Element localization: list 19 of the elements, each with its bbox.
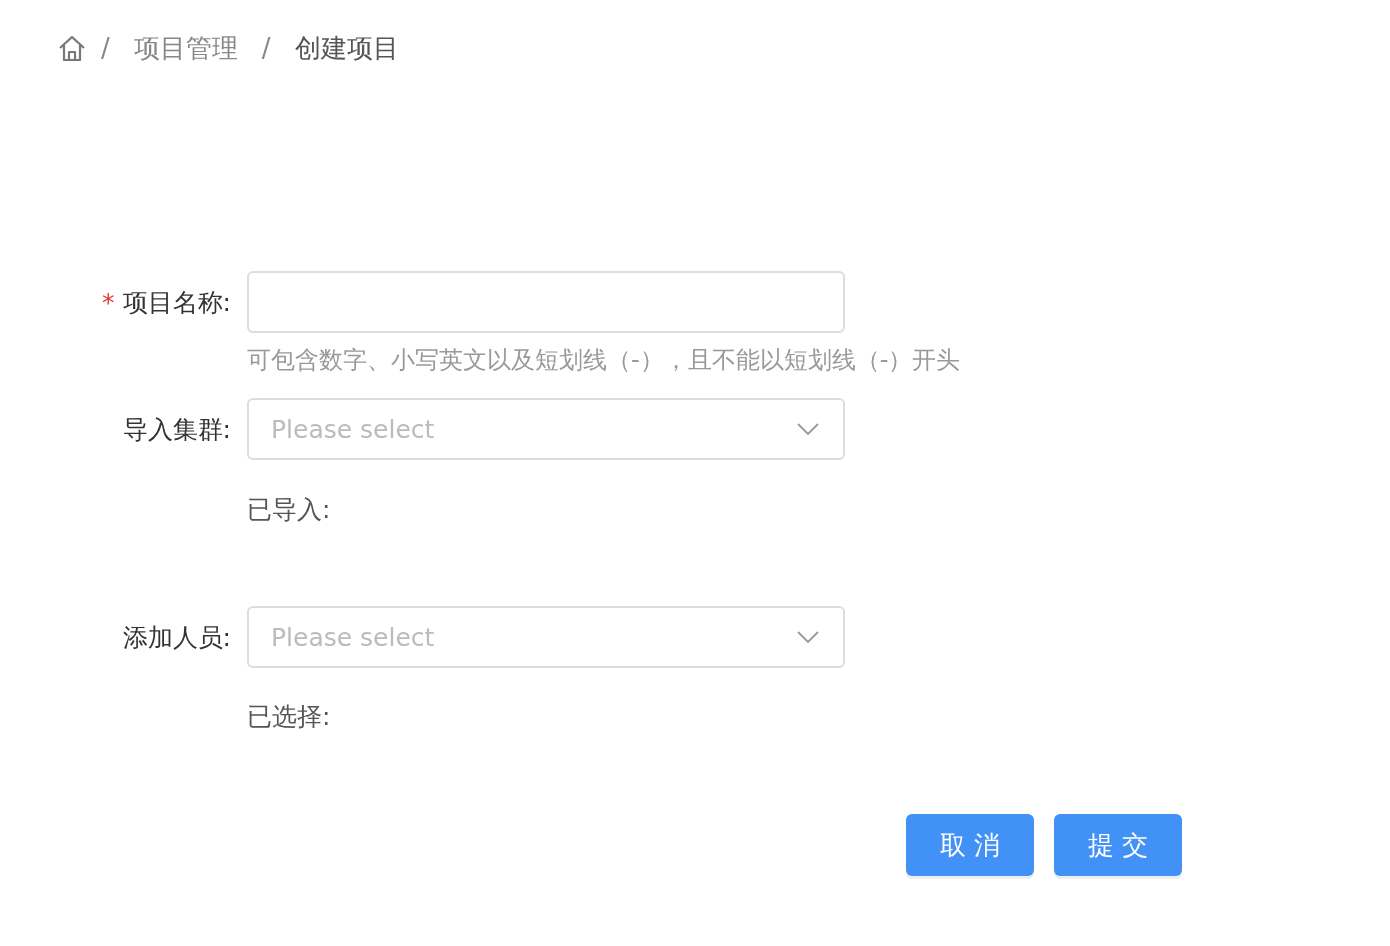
chevron-down-icon xyxy=(797,423,819,435)
field-hint: 可包含数字、小写英文以及短划线（-），且不能以短划线（-）开头 xyxy=(247,345,962,376)
home-icon[interactable] xyxy=(57,33,87,63)
required-mark: * xyxy=(102,287,115,317)
breadcrumb-item: 创建项目 xyxy=(294,31,399,65)
cancel-button[interactable]: 取消 xyxy=(906,814,1034,876)
breadcrumb-item[interactable]: 项目管理 xyxy=(133,30,238,66)
field-label: 项目名称: xyxy=(122,286,231,319)
selection-label: 已导入: xyxy=(247,494,332,526)
breadcrumb-separator: / xyxy=(101,33,110,63)
select-field[interactable]: Please select xyxy=(247,606,845,668)
breadcrumb-separator: / xyxy=(261,33,271,63)
select-field[interactable]: Please select xyxy=(247,398,845,460)
selection-label: 已选择: xyxy=(247,701,332,733)
field-label: 添加人员: xyxy=(122,621,231,654)
field-label: 导入集群: xyxy=(122,413,231,446)
input-field[interactable] xyxy=(247,271,845,333)
chevron-down-icon xyxy=(797,631,819,643)
submit-button[interactable]: 提交 xyxy=(1054,814,1182,876)
